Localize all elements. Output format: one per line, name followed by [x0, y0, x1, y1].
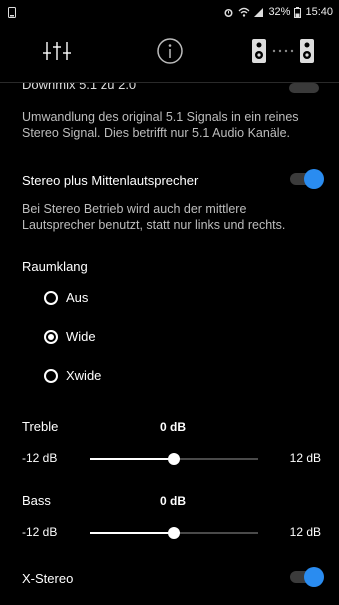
xstereo-toggle[interactable]: [290, 567, 324, 587]
treble-slider-row: -12 dB 12 dB: [0, 448, 339, 470]
bass-label: Bass: [22, 493, 51, 508]
speakers-icon: [251, 38, 315, 69]
tab-info[interactable]: [130, 24, 210, 82]
battery-icon: [294, 6, 302, 18]
tab-equalizer[interactable]: [17, 24, 97, 82]
radio-circle-aus: [44, 290, 58, 305]
bass-slider-fill: [90, 532, 174, 534]
notification-icon: [8, 6, 16, 18]
tab-bar: [0, 24, 339, 83]
raumklang-title: Raumklang: [22, 259, 88, 274]
alarm-icon: [223, 7, 234, 18]
treble-value: 0 dB: [160, 420, 187, 434]
radio-aus[interactable]: Aus: [44, 290, 88, 305]
center-speaker-toggle[interactable]: [290, 169, 324, 189]
center-speaker-title: Stereo plus Mittenlautsprecher: [22, 173, 199, 188]
radio-xwide[interactable]: Xwide: [44, 368, 101, 383]
settings-list[interactable]: Downmix 5.1 zu 2.0 Umwandlung des origin…: [0, 83, 339, 605]
status-bar: 32% 15:40: [0, 0, 339, 24]
treble-min: -12 dB: [22, 451, 58, 465]
treble-slider-thumb[interactable]: [168, 453, 180, 465]
clock: 15:40: [305, 6, 333, 18]
treble-slider-fill: [90, 458, 174, 460]
radio-circle-wide: [44, 329, 58, 344]
bass-slider-thumb[interactable]: [168, 527, 180, 539]
treble-max: 12 dB: [289, 451, 321, 465]
downmix-description: Umwandlung des original 5.1 Signals in e…: [22, 110, 299, 140]
info-icon: [156, 37, 184, 70]
radio-label-aus: Aus: [66, 290, 89, 305]
treble-label: Treble: [22, 419, 59, 434]
downmix-toggle[interactable]: [289, 83, 319, 93]
bass-max: 12 dB: [289, 525, 321, 539]
wifi-icon: [238, 7, 250, 17]
bass-min: -12 dB: [22, 525, 58, 539]
tab-speakers[interactable]: [243, 24, 323, 82]
radio-label-xwide: Xwide: [66, 368, 102, 383]
battery-percent: 32%: [268, 6, 291, 18]
bass-value: 0 dB: [160, 494, 187, 508]
bass-slider-row: -12 dB 12 dB: [0, 522, 339, 544]
xstereo-title: X-Stereo: [22, 571, 74, 586]
toggle-knob: [304, 567, 324, 587]
downmix-title: Downmix 5.1 zu 2.0: [22, 83, 137, 92]
equalizer-icon: [42, 41, 71, 66]
signal-icon: [254, 7, 264, 17]
radio-label-wide: Wide: [66, 329, 96, 344]
radio-circle-xwide: [44, 368, 58, 383]
toggle-knob: [304, 169, 324, 189]
center-speaker-description: Bei Stereo Betrieb wird auch der mittler…: [22, 202, 286, 232]
radio-wide[interactable]: Wide: [44, 329, 96, 344]
